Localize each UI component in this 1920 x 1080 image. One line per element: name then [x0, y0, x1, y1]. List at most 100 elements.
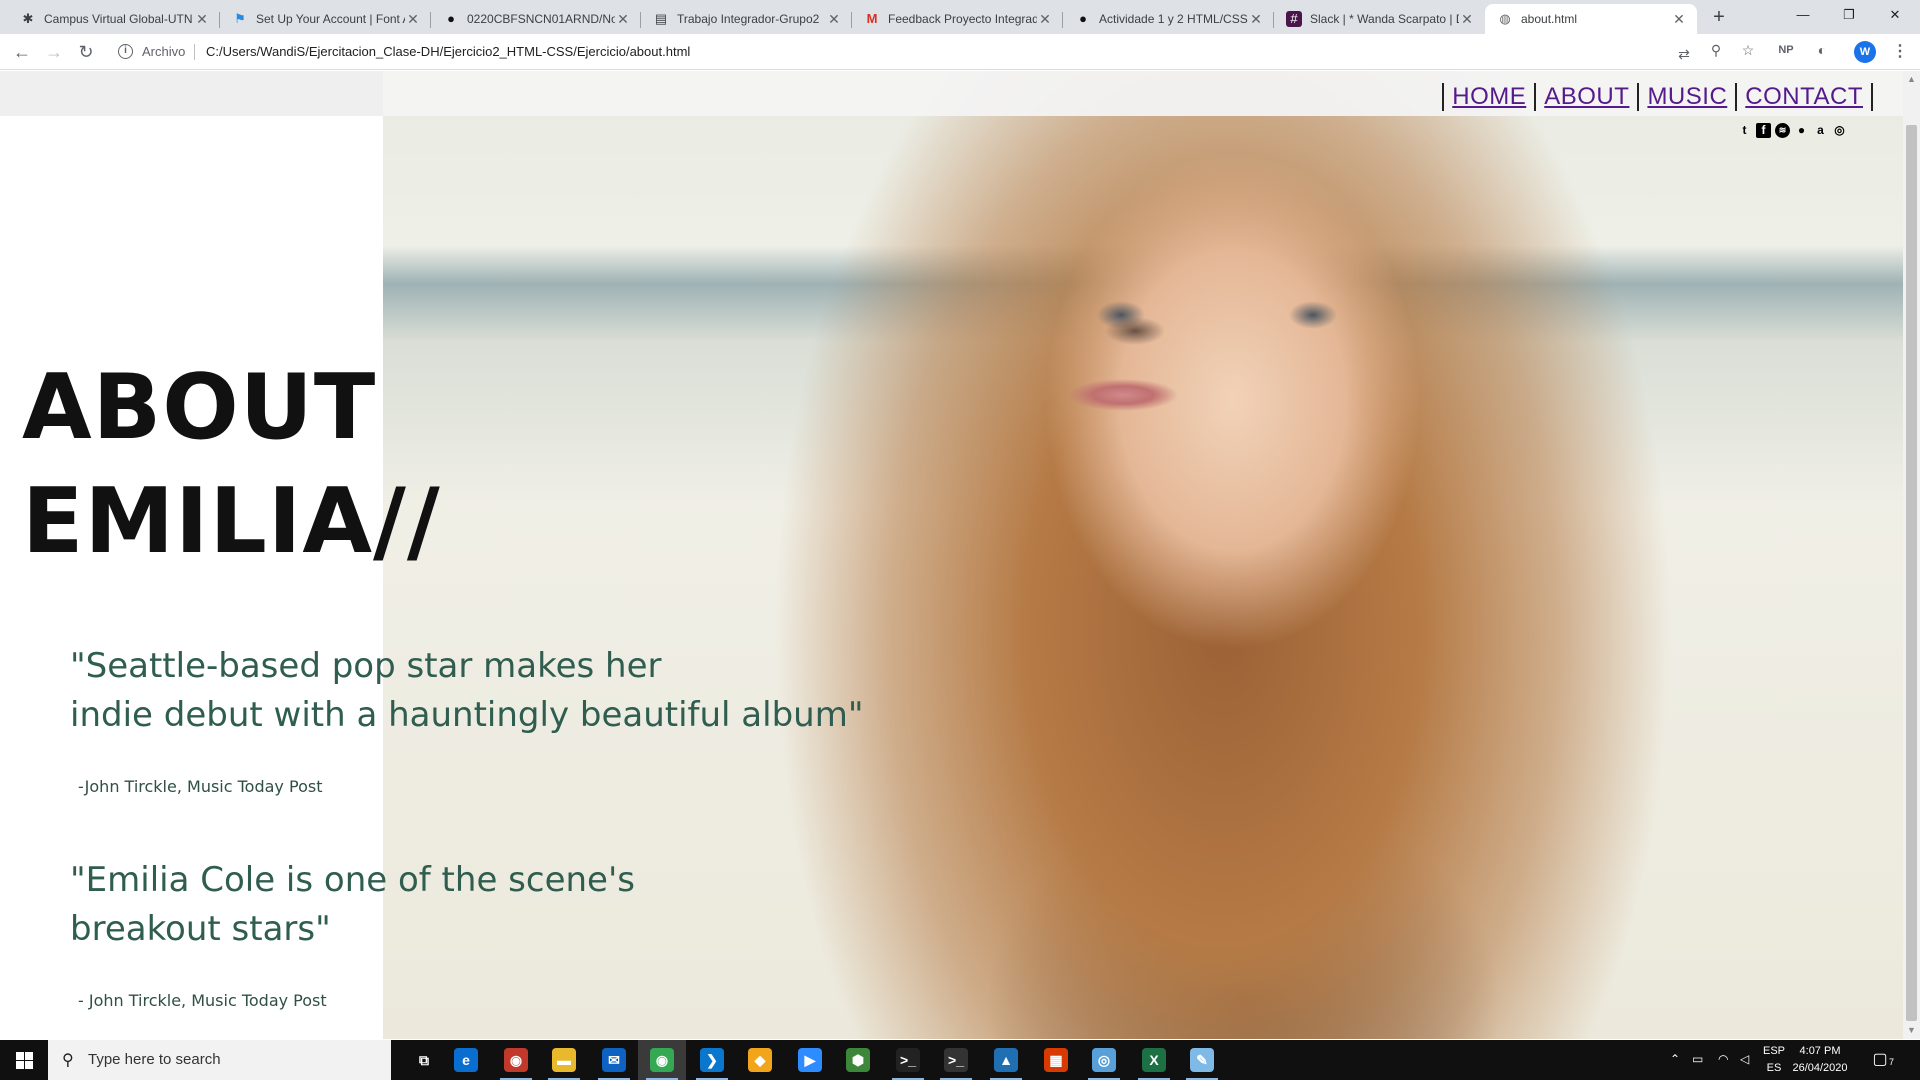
taskbar-app-network-tool[interactable]: ◎ — [1080, 1040, 1128, 1080]
taskbar-app-mail[interactable]: ✉ — [590, 1040, 638, 1080]
close-icon[interactable]: ✕ — [826, 11, 842, 28]
facebook-icon[interactable]: f — [1756, 123, 1771, 138]
minimize-button[interactable]: — — [1780, 0, 1826, 30]
nodejs-icon: ⬢ — [846, 1048, 870, 1072]
close-icon[interactable]: ✕ — [405, 11, 421, 28]
main-nav: HOME ABOUT MUSIC CONTACT — [1442, 83, 1873, 111]
tab-about-html[interactable]: ◍ about.html ✕ — [1485, 4, 1697, 34]
taskbar-app-nodejs[interactable]: ⬢ — [834, 1040, 882, 1080]
chrome-icon: ◉ — [650, 1048, 674, 1072]
windows-logo-pane — [25, 1061, 33, 1069]
window-close-button[interactable]: ✕ — [1872, 0, 1918, 30]
quote-line: "Seattle-based pop star makes her — [70, 646, 662, 686]
wifi-icon[interactable]: ◠ — [1718, 1052, 1728, 1066]
show-hidden-icons-icon[interactable]: ⌃ — [1670, 1052, 1680, 1066]
browser-menu-icon[interactable]: ⋮ — [1890, 40, 1910, 64]
scroll-down-arrow-icon[interactable]: ▼ — [1903, 1022, 1920, 1039]
network-tool-icon: ◎ — [1092, 1048, 1116, 1072]
tab-github-notas[interactable]: ● 0220CBFSNCN01ARND/Notas ✕ — [431, 4, 641, 34]
amazon-icon[interactable]: a — [1813, 123, 1828, 138]
page-scrollbar[interactable]: ▲ ▼ — [1903, 71, 1920, 1039]
system-clock[interactable]: 4:07 PM 26/04/2020 — [1788, 1043, 1852, 1077]
close-icon[interactable]: ✕ — [1671, 11, 1687, 28]
maximize-button[interactable]: ❐ — [1826, 0, 1872, 30]
scrollbar-thumb[interactable] — [1906, 125, 1917, 1021]
back-button[interactable]: ← — [10, 40, 34, 64]
tab-campus-virtual[interactable]: ✱ Campus Virtual Global-UTN ✕ — [8, 4, 220, 34]
page-viewport: HOME ABOUT MUSIC CONTACT t f ≋ ● a ◎ ABO… — [0, 71, 1903, 1039]
info-icon[interactable]: i — [118, 44, 133, 59]
nav-link-about[interactable]: ABOUT — [1536, 83, 1637, 111]
github-icon: ● — [1079, 11, 1087, 26]
close-icon[interactable]: ✕ — [1459, 11, 1475, 28]
tab-slack[interactable]: # Slack | * Wanda Scarpato | Digital Hou… — [1274, 4, 1485, 34]
windows-taskbar: ⚲ Type here to search ⧉ e ◉ ▬ ✉ ◉ ❯ ◆ ▶ ⬢ >_ >_ ▲ ▦ ◎ X… — [0, 1040, 1920, 1080]
tab-title: Campus Virtual Global-UTN — [44, 12, 193, 26]
tab-trabajo-integrador[interactable]: ▤ Trabajo Integrador-Grupo2 ✕ — [641, 4, 852, 34]
bookmark-star-icon[interactable]: ☆ — [1738, 40, 1758, 60]
forward-button[interactable]: → — [42, 40, 66, 64]
taskbar-app-excel[interactable]: X — [1130, 1040, 1178, 1080]
taskbar-app-edge[interactable]: e — [442, 1040, 490, 1080]
action-center-button[interactable]: ▢ 7 — [1868, 1048, 1894, 1072]
taskbar-app-task-view[interactable]: ⧉ — [400, 1040, 448, 1080]
reload-button[interactable]: ↻ — [74, 40, 98, 64]
apple-icon[interactable]: ● — [1794, 123, 1809, 138]
terminal-icon: >_ — [896, 1048, 920, 1072]
tab-title: Actividade 1 y 2 HTML/CSS — [1099, 12, 1248, 26]
tab-feedback-gmail[interactable]: M Feedback Proyecto Integrador ✕ — [852, 4, 1063, 34]
browser-toolbar: ← → ↻ i Archivo C:/Users/WandiS/Ejercita… — [0, 34, 1920, 70]
taskbar-app-terminal-2[interactable]: >_ — [932, 1040, 980, 1080]
instagram-icon[interactable]: ◎ — [1832, 123, 1847, 138]
twitter-icon[interactable]: t — [1737, 123, 1752, 138]
close-icon[interactable]: ✕ — [1248, 11, 1264, 28]
task-view-icon: ⧉ — [412, 1048, 436, 1072]
tab-font-awesome[interactable]: ⚑ Set Up Your Account | Font Awesome ✕ — [220, 4, 431, 34]
profile-avatar[interactable]: W — [1854, 41, 1876, 63]
taskbar-app-zoom[interactable]: ▶ — [786, 1040, 834, 1080]
scroll-up-arrow-icon[interactable]: ▲ — [1903, 71, 1920, 88]
taskbar-app-photos[interactable]: ▲ — [982, 1040, 1030, 1080]
taskbar-app-git[interactable]: ◆ — [736, 1040, 784, 1080]
close-icon[interactable]: ✕ — [1037, 11, 1053, 28]
tab-title: Set Up Your Account | Font Awesome — [256, 12, 405, 26]
taskbar-app-terminal[interactable]: >_ — [884, 1040, 932, 1080]
address-bar[interactable]: i Archivo C:/Users/WandiS/Ejercitacion_C… — [112, 38, 1700, 66]
battery-icon[interactable]: ▭ — [1692, 1052, 1703, 1066]
taskbar-app-vscode[interactable]: ❯ — [688, 1040, 736, 1080]
close-icon[interactable]: ✕ — [615, 11, 631, 28]
taskbar-app-file-explorer[interactable]: ▬ — [540, 1040, 588, 1080]
search-icon: ⚲ — [62, 1052, 74, 1069]
close-icon[interactable]: ✕ — [194, 11, 210, 28]
taskbar-app-office[interactable]: ▦ — [1032, 1040, 1080, 1080]
translate-icon[interactable]: ⇄ — [1674, 44, 1694, 64]
taskbar-app-notes[interactable]: ✎ — [1178, 1040, 1226, 1080]
nav-link-contact[interactable]: CONTACT — [1737, 83, 1871, 111]
clock-time: 4:07 PM — [1799, 1045, 1841, 1057]
extension-icon[interactable]: ◐ — [1812, 40, 1832, 60]
address-url[interactable]: C:/Users/WandiS/Ejercitacion_Clase-DH/Ej… — [206, 44, 690, 59]
taskbar-app-chrome[interactable]: ◉ — [638, 1040, 686, 1080]
language-indicator[interactable]: ESP ES — [1760, 1043, 1788, 1077]
extension-np-icon[interactable]: NP — [1776, 40, 1796, 60]
gmail-icon: M — [866, 11, 878, 26]
spotify-icon[interactable]: ≋ — [1775, 123, 1790, 138]
volume-icon[interactable]: ◁ — [1740, 1052, 1749, 1066]
start-button[interactable] — [0, 1040, 48, 1080]
quote-line: "Emilia Cole is one of the scene's — [70, 860, 636, 900]
page-title: ABOUT EMILIA// — [22, 351, 441, 579]
search-placeholder: Type here to search — [88, 1051, 221, 1068]
new-tab-button[interactable]: + — [1706, 6, 1732, 30]
nav-link-music[interactable]: MUSIC — [1639, 83, 1735, 111]
notification-count: 7 — [1888, 1057, 1894, 1067]
taskbar-app-recorder[interactable]: ◉ — [492, 1040, 540, 1080]
page-title-line-2: EMILIA// — [22, 469, 441, 574]
nav-link-home[interactable]: HOME — [1444, 83, 1534, 111]
taskbar-search[interactable]: ⚲ Type here to search — [48, 1040, 391, 1080]
utn-asterisk-icon: ✱ — [22, 11, 34, 26]
tab-github-actividade[interactable]: ● Actividade 1 y 2 HTML/CSS ✕ — [1063, 4, 1274, 34]
zoom-icon[interactable]: ⚲ — [1706, 40, 1726, 60]
flag-icon: ⚑ — [234, 11, 246, 26]
page-title-line-1: ABOUT — [22, 355, 377, 460]
tab-title: Slack | * Wanda Scarpato | Digital House — [1310, 12, 1459, 26]
